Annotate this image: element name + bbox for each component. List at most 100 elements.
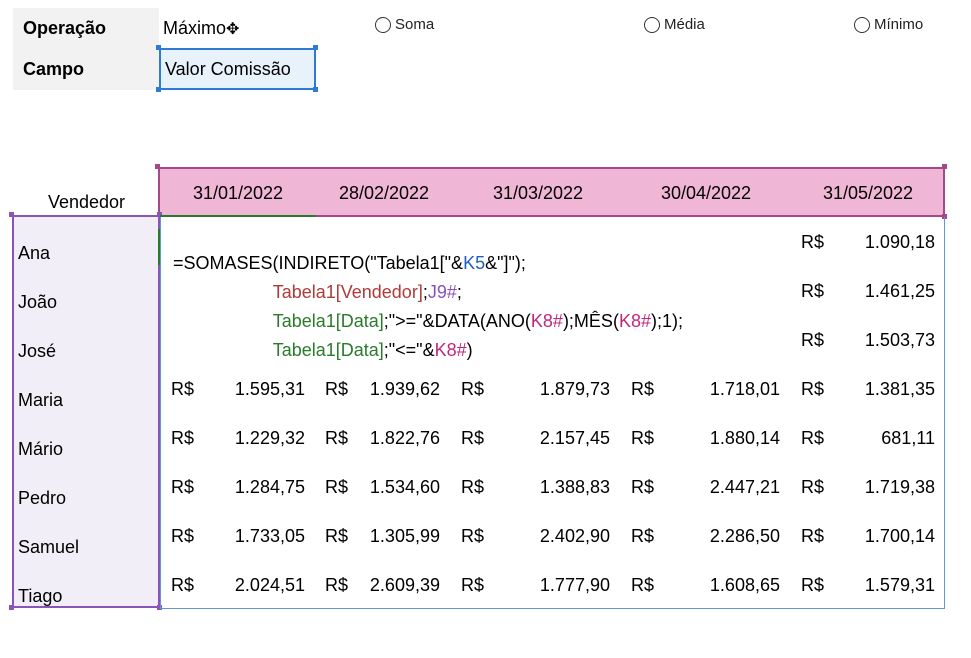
value-cell[interactable]: 1.777,90 xyxy=(510,575,610,596)
value-cell[interactable]: 2.157,45 xyxy=(510,428,610,449)
radio-soma[interactable]: Soma xyxy=(375,16,434,33)
formula-ref: K8# xyxy=(618,311,651,331)
vendedor-name: Ana xyxy=(18,243,51,263)
value-cell[interactable]: 2.447,21 xyxy=(680,477,780,498)
value-cell[interactable]: 1.879,73 xyxy=(510,379,610,400)
value-cell[interactable]: 1.534,60 xyxy=(340,477,440,498)
value-cell[interactable]: 1.388,83 xyxy=(510,477,610,498)
formula-text: ;"<="& xyxy=(383,340,435,360)
value-cell[interactable]: 1.579,31 xyxy=(835,575,935,596)
formula-text: &"]"); xyxy=(485,253,526,273)
currency-label: R$ xyxy=(631,526,655,546)
radio-minimo[interactable]: Mínimo xyxy=(854,16,923,33)
value-cell[interactable]: 1.822,76 xyxy=(340,428,440,449)
radio-media[interactable]: Média xyxy=(644,16,705,33)
currency-label: R$ xyxy=(801,232,825,252)
currency-label: R$ xyxy=(631,477,655,497)
radio-label: Média xyxy=(664,16,705,33)
currency-label: R$ xyxy=(631,428,655,448)
currency-label: R$ xyxy=(801,526,825,546)
radio-circle-icon xyxy=(375,16,391,33)
date-header-cell: 31/03/2022 xyxy=(492,183,584,203)
currency-label: R$ xyxy=(801,330,825,350)
selection-handle-icon xyxy=(9,212,14,217)
currency-label: R$ xyxy=(171,526,195,546)
selection-handle-icon xyxy=(9,605,14,610)
currency-label: R$ xyxy=(801,379,825,399)
currency-label: R$ xyxy=(631,575,655,595)
formula-text: );1); xyxy=(650,311,683,331)
value-cell[interactable]: 1.880,14 xyxy=(680,428,780,449)
value-cell[interactable]: 1.719,38 xyxy=(835,477,935,498)
date-header-cell: 28/02/2022 xyxy=(338,183,430,203)
operation-value-cell[interactable]: Máximo✥ xyxy=(159,8,315,49)
value-cell[interactable]: 2.609,39 xyxy=(340,575,440,596)
value-cell[interactable]: 1.229,32 xyxy=(205,428,305,449)
selection-handle-icon xyxy=(155,164,160,169)
currency-label: R$ xyxy=(461,477,485,497)
header-underline xyxy=(160,215,316,217)
operation-label: Operação xyxy=(13,8,159,49)
currency-label: R$ xyxy=(801,477,825,497)
formula-ref: K8# xyxy=(530,311,563,331)
value-cell[interactable]: 1.939,62 xyxy=(340,379,440,400)
value-cell[interactable]: 1.718,01 xyxy=(680,379,780,400)
operation-value: Máximo xyxy=(163,18,227,38)
selection-handle-icon xyxy=(156,87,161,92)
selection-handle-icon xyxy=(156,45,161,50)
currency-label: R$ xyxy=(171,575,195,595)
vendedor-name: Maria xyxy=(18,390,64,410)
field-label: Campo xyxy=(13,49,159,90)
vendedor-name: Pedro xyxy=(18,488,67,508)
vendedor-column[interactable]: Ana João José Maria Mário Pedro Samuel T… xyxy=(12,215,160,608)
date-header-cell: 31/05/2022 xyxy=(822,183,914,203)
formula-ref: Tabela1[Data] xyxy=(272,340,384,360)
formula-line-4[interactable]: Tabela1[Data];"<="&K8#) xyxy=(263,319,473,361)
value-cell[interactable]: 1.090,18 xyxy=(835,232,935,253)
selection-handle-icon xyxy=(313,87,318,92)
currency-label: R$ xyxy=(801,281,825,301)
date-header-cell: 31/01/2022 xyxy=(192,183,284,203)
vendedor-name: Tiago xyxy=(18,586,63,606)
vendedor-name: João xyxy=(18,292,58,312)
value-cell[interactable]: 1.595,31 xyxy=(205,379,305,400)
currency-label: R$ xyxy=(801,575,825,595)
formula-text: );MÊS( xyxy=(562,311,619,331)
vendedor-name: Samuel xyxy=(18,537,80,557)
value-cell[interactable]: 1.305,99 xyxy=(340,526,440,547)
radio-label: Soma xyxy=(395,16,435,33)
formula-ref: K8# xyxy=(434,340,467,360)
currency-label: R$ xyxy=(171,379,195,399)
field-value: Valor Comissão xyxy=(165,59,291,79)
currency-label: R$ xyxy=(801,428,825,448)
currency-label: R$ xyxy=(631,379,655,399)
date-header-cell: 30/04/2022 xyxy=(660,183,752,203)
vendedor-name: Mário xyxy=(18,439,64,459)
value-cell[interactable]: 1.503,73 xyxy=(835,330,935,351)
value-cell[interactable]: 2.402,90 xyxy=(510,526,610,547)
radio-circle-icon xyxy=(644,16,660,33)
value-cell[interactable]: 1.608,65 xyxy=(680,575,780,596)
field-value-cell[interactable]: Valor Comissão xyxy=(159,48,316,90)
radio-label: Mínimo xyxy=(874,16,924,33)
value-cell[interactable]: 2.024,51 xyxy=(205,575,305,596)
vendedor-name: José xyxy=(18,341,57,361)
text-cursor xyxy=(158,229,160,265)
selection-handle-icon xyxy=(942,164,947,169)
formula-ref: K5 xyxy=(463,253,486,273)
currency-label: R$ xyxy=(461,526,485,546)
value-cell[interactable]: 1.733,05 xyxy=(205,526,305,547)
value-cell[interactable]: 2.286,50 xyxy=(680,526,780,547)
currency-label: R$ xyxy=(461,575,485,595)
currency-label: R$ xyxy=(461,379,485,399)
currency-label: R$ xyxy=(171,477,195,497)
value-cell[interactable]: 1.284,75 xyxy=(205,477,305,498)
radio-circle-icon xyxy=(854,16,870,33)
value-cell[interactable]: 1.381,35 xyxy=(835,379,935,400)
value-cell[interactable]: 1.461,25 xyxy=(835,281,935,302)
value-cell[interactable]: 681,11 xyxy=(835,428,935,449)
date-header-row[interactable]: 31/01/2022 28/02/2022 31/03/2022 30/04/2… xyxy=(158,167,945,217)
value-cell[interactable]: 1.700,14 xyxy=(835,526,935,547)
currency-label: R$ xyxy=(461,428,485,448)
cursor-icon: ✥ xyxy=(226,21,240,38)
